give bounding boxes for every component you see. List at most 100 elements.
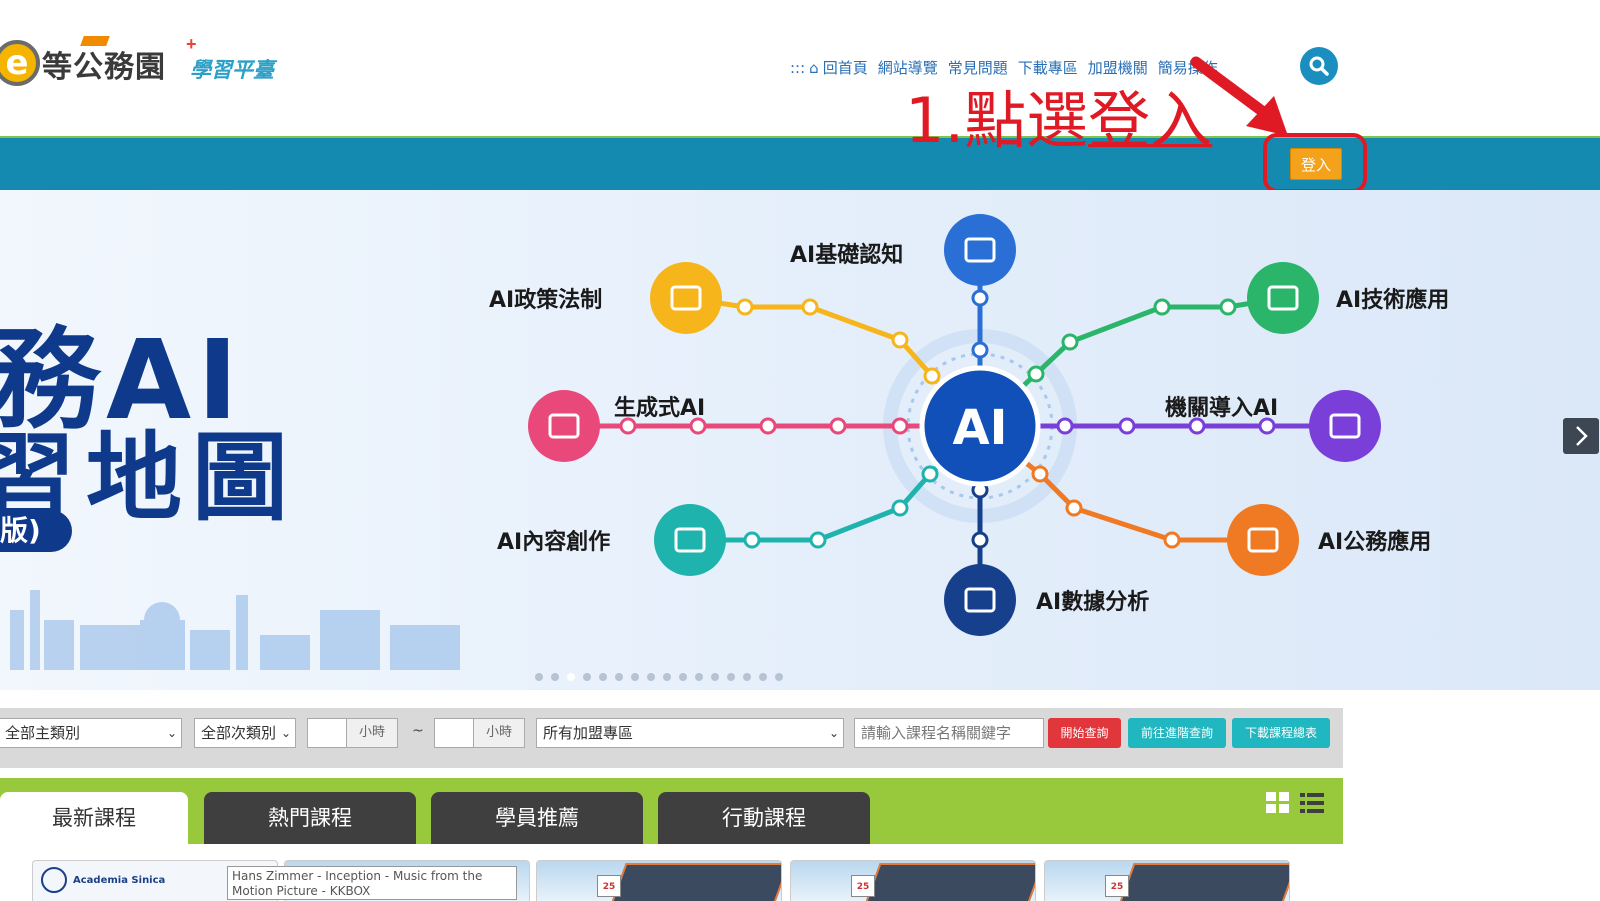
- tab-latest-courses[interactable]: 最新課程: [0, 792, 188, 844]
- map-node-label: 生成式AI: [614, 396, 706, 421]
- people-icon: [1227, 504, 1299, 576]
- laptop-icon: [862, 863, 1035, 901]
- hero-banner[interactable]: 務AI 習地圖 版) AI AI基礎認知 AI技術應用 機關導入AI AI公務應用 AI…: [0, 190, 1600, 690]
- search-button[interactable]: [1300, 47, 1338, 85]
- download-course-list-button[interactable]: 下載課程總表: [1232, 718, 1330, 748]
- map-node-label: AI數據分析: [1036, 590, 1150, 615]
- banner-next-button[interactable]: [1563, 418, 1599, 454]
- tab-mobile-courses[interactable]: 行動課程: [658, 792, 870, 844]
- advanced-search-button[interactable]: 前往進階查詢: [1128, 718, 1226, 748]
- course-card[interactable]: 25: [536, 860, 782, 901]
- laptop-icon: [1116, 863, 1289, 901]
- min-hours-input[interactable]: [307, 718, 347, 748]
- map-node-label: AI基礎認知: [790, 243, 904, 268]
- carousel-dot[interactable]: [727, 673, 735, 681]
- course-card[interactable]: 25: [1044, 860, 1290, 901]
- map-station: [1056, 417, 1074, 435]
- map-station: [801, 298, 819, 316]
- map-node-label: AI技術應用: [1336, 288, 1450, 313]
- annotation-step-text: 1.點選登入: [905, 84, 1213, 157]
- map-station: [1031, 465, 1049, 483]
- carousel-dot[interactable]: [743, 673, 751, 681]
- calendar-icon: 25: [597, 875, 621, 897]
- map-station: [736, 298, 754, 316]
- map-station: [1027, 365, 1045, 383]
- logo-plus: +: [186, 34, 197, 54]
- map-station: [759, 417, 777, 435]
- map-station: [971, 289, 989, 307]
- nav-prefix: :::: [790, 59, 806, 77]
- search-icon: [1309, 56, 1329, 76]
- chat-icon: [654, 504, 726, 576]
- max-hours-input[interactable]: [434, 718, 474, 748]
- tab-popular-courses[interactable]: 熱門課程: [204, 792, 416, 844]
- target-icon: [528, 390, 600, 462]
- carousel-dot[interactable]: [679, 673, 687, 681]
- academia-sinica-logo-icon: [41, 867, 67, 893]
- carousel-dot[interactable]: [615, 673, 623, 681]
- carousel-dot[interactable]: [647, 673, 655, 681]
- nav-home[interactable]: 回首頁: [823, 59, 868, 77]
- login-button[interactable]: 登入: [1290, 148, 1342, 180]
- course-tabs-bar: 最新課程 熱門課程 學員推薦 行動課程: [0, 778, 1343, 844]
- search-courses-button[interactable]: 開始查詢: [1048, 718, 1121, 748]
- map-station: [1065, 499, 1083, 517]
- map-station: [1163, 531, 1181, 549]
- sub-category-select[interactable]: 全部次類別 ⌄: [194, 718, 296, 748]
- member-zone-select[interactable]: 所有加盟專區 ⌄: [536, 718, 844, 748]
- carousel-dot[interactable]: [551, 673, 559, 681]
- map-station: [809, 531, 827, 549]
- map-station: [891, 417, 909, 435]
- tab-student-picks[interactable]: 學員推薦: [431, 792, 643, 844]
- logo-e-mark: e: [0, 40, 40, 86]
- map-node-label: AI公務應用: [1318, 530, 1432, 555]
- chart-icon: [1247, 262, 1319, 334]
- map-station: [743, 531, 761, 549]
- hover-tooltip: Hans Zimmer - Inception - Music from the…: [227, 866, 517, 900]
- min-hours-unit: 小時: [346, 718, 398, 748]
- home-icon: ⌂: [809, 59, 819, 77]
- carousel-dot[interactable]: [759, 673, 767, 681]
- calendar-icon: 25: [1105, 875, 1129, 897]
- chevron-right-icon: [1576, 426, 1588, 446]
- map-node-label: AI政策法制: [489, 288, 603, 313]
- chevron-down-icon: ⌄: [828, 726, 839, 740]
- map-station: [829, 417, 847, 435]
- map-station: [891, 499, 909, 517]
- ai-hub-text: AI: [952, 400, 1007, 456]
- map-station: [1061, 333, 1079, 351]
- carousel-dot[interactable]: [711, 673, 719, 681]
- map-station: [1153, 298, 1171, 316]
- calendar-icon: 25: [851, 875, 875, 897]
- carousel-dot[interactable]: [599, 673, 607, 681]
- carousel-dot[interactable]: [567, 673, 575, 681]
- logo-main-text: 等公務園: [42, 50, 166, 85]
- hours-range-separator: ~: [412, 723, 424, 739]
- laptop-icon: [1309, 390, 1381, 462]
- carousel-dot[interactable]: [663, 673, 671, 681]
- max-hours-unit: 小時: [473, 718, 525, 748]
- graduation-cap-icon: [944, 564, 1016, 636]
- keyword-input[interactable]: 請輸入課程名稱關鍵字: [854, 718, 1044, 748]
- lightbulb-icon: [650, 262, 722, 334]
- grid-view-icon[interactable]: [1266, 792, 1290, 814]
- card-org-name: Academia Sinica: [73, 875, 166, 886]
- logo-sub-text: 學習平臺: [190, 58, 274, 82]
- book-icon: [944, 214, 1016, 286]
- main-category-select[interactable]: 全部主類別 ⌄: [0, 718, 182, 748]
- carousel-dot[interactable]: [583, 673, 591, 681]
- carousel-dot[interactable]: [535, 673, 543, 681]
- carousel-dot[interactable]: [631, 673, 639, 681]
- carousel-dot[interactable]: [775, 673, 783, 681]
- map-station: [971, 531, 989, 549]
- chevron-down-icon: ⌄: [280, 726, 291, 740]
- carousel-dot[interactable]: [695, 673, 703, 681]
- map-node-label: AI內容創作: [497, 530, 611, 555]
- list-view-icon[interactable]: [1300, 792, 1324, 814]
- map-station: [921, 465, 939, 483]
- course-card[interactable]: 25: [790, 860, 1036, 901]
- site-logo[interactable]: e 等公務園 + 學習平臺: [0, 30, 300, 110]
- chevron-down-icon: ⌄: [166, 726, 177, 740]
- course-filter-bar: 全部主類別 ⌄ 全部次類別 ⌄ 小時 ~ 小時 所有加盟專區 ⌄ 請輸入課程名稱關鍵字…: [0, 708, 1343, 768]
- map-station: [891, 331, 909, 349]
